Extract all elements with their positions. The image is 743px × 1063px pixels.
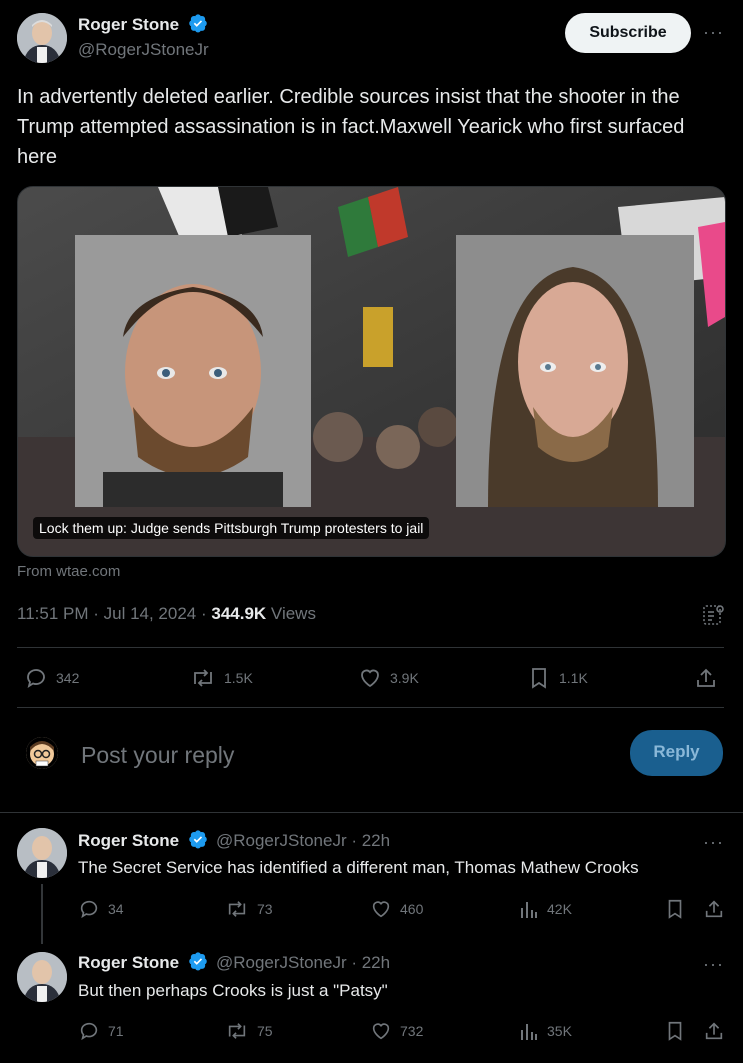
more-options-icon[interactable]: ··· (703, 22, 724, 43)
divider (0, 812, 743, 813)
repost-count: 75 (257, 1023, 273, 1039)
views-label: Views (266, 604, 316, 623)
repost-icon (228, 901, 246, 917)
bookmark-icon (532, 668, 546, 689)
reply-count: 71 (108, 1023, 124, 1039)
reply-count: 342 (56, 670, 80, 686)
bookmark-icon[interactable] (664, 898, 686, 925)
divider (17, 647, 724, 648)
share-icon[interactable] (703, 1020, 725, 1047)
reply-icon (27, 669, 45, 688)
reply-action[interactable]: 71 (78, 1020, 124, 1042)
repost-count: 1.5K (224, 670, 253, 686)
reply-author-name[interactable]: Roger Stone (78, 831, 179, 850)
reply-text: The Secret Service has identified a diff… (78, 858, 639, 877)
heart-icon (372, 901, 390, 918)
repost-action[interactable]: 75 (225, 1020, 273, 1042)
current-user-avatar[interactable] (26, 737, 58, 769)
repost-action[interactable]: 73 (225, 898, 273, 920)
like-action[interactable]: 732 (370, 1020, 423, 1042)
like-action[interactable]: 3.9K (358, 666, 419, 690)
like-action[interactable]: 460 (370, 898, 423, 920)
reply-icon (80, 1022, 98, 1041)
reply-button[interactable]: Reply (630, 730, 723, 776)
link-card-media[interactable]: Lock them up: Judge sends Pittsburgh Tru… (17, 186, 726, 557)
reply-author-avatar[interactable] (17, 952, 67, 1002)
repost-count: 73 (257, 901, 273, 917)
subscribe-button[interactable]: Subscribe (565, 13, 691, 53)
reply-icon (80, 900, 98, 919)
divider (17, 707, 724, 708)
thread-connector (41, 884, 43, 944)
share-icon[interactable] (694, 666, 718, 695)
author-avatar[interactable] (17, 13, 67, 63)
reply-author-avatar[interactable] (17, 828, 67, 878)
views-count: 35K (547, 1023, 572, 1039)
views-count: 42K (547, 901, 572, 917)
more-options-icon[interactable]: ··· (703, 954, 724, 975)
heart-icon (372, 1023, 390, 1040)
reply-author-handle[interactable]: @RogerJStoneJr · 22h (216, 831, 390, 850)
reply-text: But then perhaps Crooks is just a "Patsy… (78, 981, 388, 1000)
analytics-icon[interactable] (701, 603, 725, 632)
bookmark-count: 1.1K (559, 670, 588, 686)
views-count: 344.9K (211, 604, 267, 623)
repost-icon (194, 669, 212, 687)
repost-action[interactable]: 1.5K (190, 666, 253, 690)
tweet-timestamp[interactable]: 11:51 PM · Jul 14, 2024 · (17, 604, 211, 623)
share-icon[interactable] (703, 898, 725, 925)
author-handle[interactable]: @RogerJStoneJr (78, 40, 209, 60)
verified-badge-icon (188, 951, 208, 976)
author-name[interactable]: Roger Stone (78, 15, 179, 34)
bookmark-icon[interactable] (664, 1020, 686, 1047)
views-chart-icon (521, 902, 537, 918)
like-count: 3.9K (390, 670, 419, 686)
repost-icon (228, 1023, 246, 1039)
verified-badge-icon (188, 13, 208, 38)
views-action[interactable]: 35K (519, 1020, 572, 1042)
views-chart-icon (521, 1024, 537, 1040)
media-caption: Lock them up: Judge sends Pittsburgh Tru… (33, 517, 430, 539)
views-action[interactable]: 42K (519, 898, 572, 920)
bookmark-action[interactable]: 1.1K (527, 666, 588, 690)
like-count: 460 (400, 901, 424, 917)
link-source[interactable]: From wtae.com (17, 563, 120, 580)
reply-author-name[interactable]: Roger Stone (78, 953, 179, 972)
news-photo (18, 187, 725, 556)
heart-icon (361, 669, 379, 688)
reply-count: 34 (108, 901, 124, 917)
reply-action[interactable]: 34 (78, 898, 124, 920)
reply-input[interactable] (79, 738, 603, 772)
verified-badge-icon (188, 829, 208, 854)
reply-action[interactable]: 342 (24, 666, 79, 690)
tweet-text: In advertently deleted earlier. Credible… (17, 86, 685, 168)
like-count: 732 (400, 1023, 424, 1039)
reply-author-handle[interactable]: @RogerJStoneJr · 22h (216, 953, 390, 972)
more-options-icon[interactable]: ··· (703, 832, 724, 853)
